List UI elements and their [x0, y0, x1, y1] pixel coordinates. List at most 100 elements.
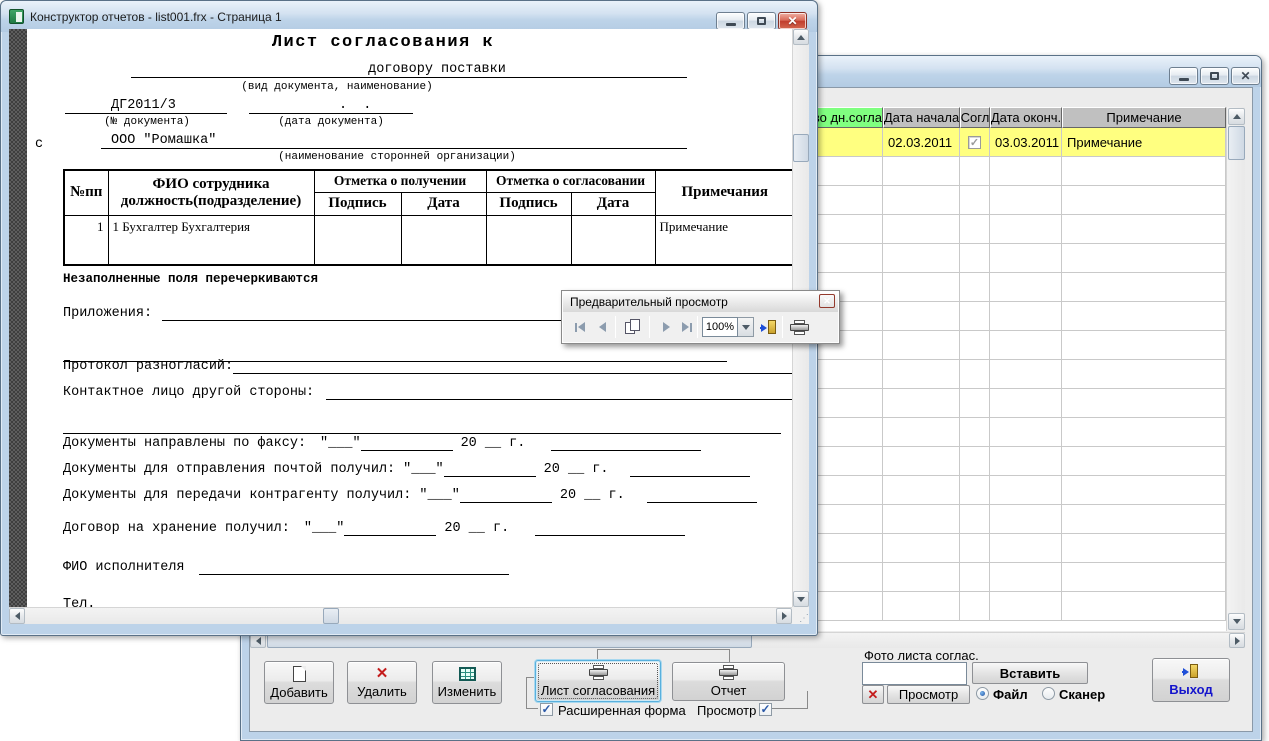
preview-toolbar-titlebar[interactable]: Предварительный просмотр: [563, 292, 838, 312]
grid-cell-empty[interactable]: [990, 244, 1062, 273]
grid-cell-empty[interactable]: [960, 331, 990, 360]
preview-scroll-left-button[interactable]: [9, 608, 25, 624]
grid-agreed-checkbox[interactable]: ✓: [968, 136, 981, 149]
zoom-select[interactable]: 100%: [702, 317, 754, 337]
grid-cell-empty[interactable]: [883, 476, 960, 505]
delete-button[interactable]: ✕ Удалить: [347, 661, 417, 704]
grid-cell-note[interactable]: Примечание: [1062, 128, 1226, 157]
radio-file[interactable]: [976, 687, 989, 700]
grid-cell-empty[interactable]: [990, 563, 1062, 592]
grid-cell-empty[interactable]: [990, 186, 1062, 215]
last-page-button[interactable]: [676, 315, 698, 339]
grid-scroll-down-button[interactable]: [1228, 613, 1245, 630]
grid-cell-empty[interactable]: [990, 447, 1062, 476]
photo-input[interactable]: [862, 662, 967, 685]
prev-page-button[interactable]: [591, 315, 613, 339]
insert-button[interactable]: Вставить: [972, 662, 1088, 684]
grid-cell-empty[interactable]: [883, 186, 960, 215]
grid-cell-empty[interactable]: [960, 215, 990, 244]
grid-cell-empty[interactable]: [960, 244, 990, 273]
grid-cell-empty[interactable]: [960, 592, 990, 621]
grid-cell-empty[interactable]: [883, 534, 960, 563]
preview-horizontal-scrollbar[interactable]: [9, 607, 792, 624]
grid-cell-empty[interactable]: [1062, 505, 1226, 534]
grid-cell-empty[interactable]: [960, 389, 990, 418]
grid-cell-empty[interactable]: [990, 157, 1062, 186]
grid-cell-empty[interactable]: [883, 418, 960, 447]
preview-scroll-up-button[interactable]: [793, 29, 809, 45]
zoom-dropdown-button[interactable]: [738, 317, 754, 337]
report-button[interactable]: Отчет: [672, 662, 785, 701]
grid-cell-empty[interactable]: [883, 157, 960, 186]
grid-cell-empty[interactable]: [990, 360, 1062, 389]
grid-cell-empty[interactable]: [1062, 186, 1226, 215]
grid-cell-empty[interactable]: [960, 186, 990, 215]
grid-cell-date-start[interactable]: 02.03.2011: [883, 128, 960, 157]
grid-cell-empty[interactable]: [960, 157, 990, 186]
preview-scroll-down-button[interactable]: [793, 591, 809, 607]
grid-col-agreed[interactable]: Согл: [960, 107, 990, 128]
grid-cell-empty[interactable]: [883, 244, 960, 273]
zoom-value[interactable]: 100%: [702, 317, 738, 337]
grid-col-date-end[interactable]: Дата оконч.: [990, 107, 1062, 128]
grid-cell-empty[interactable]: [1062, 157, 1226, 186]
grid-cell-empty[interactable]: [1062, 476, 1226, 505]
grid-cell-empty[interactable]: [1062, 534, 1226, 563]
preview-scroll-right-button[interactable]: [776, 608, 792, 624]
grid-cell-empty[interactable]: [1062, 447, 1226, 476]
grid-cell-empty[interactable]: [960, 447, 990, 476]
next-page-button[interactable]: [655, 315, 677, 339]
preview-hscroll-thumb[interactable]: [323, 608, 339, 624]
preview-checkbox[interactable]: [759, 703, 772, 716]
bw-scroll-right-button[interactable]: [1229, 633, 1245, 648]
grid-cell-empty[interactable]: [990, 302, 1062, 331]
grid-scroll-up-button[interactable]: [1228, 108, 1245, 125]
grid-cell-empty[interactable]: [1062, 563, 1226, 592]
resize-grip[interactable]: ⋰: [792, 607, 809, 624]
grid-col-date-start[interactable]: Дата начала: [883, 107, 960, 128]
view-button[interactable]: Просмотр: [887, 685, 970, 704]
approval-sheet-button[interactable]: Лист согласования: [535, 660, 661, 702]
grid-cell-empty[interactable]: [883, 505, 960, 534]
grid-cell-empty[interactable]: [960, 505, 990, 534]
grid-cell-empty[interactable]: [990, 418, 1062, 447]
grid-cell-empty[interactable]: [1062, 360, 1226, 389]
grid-cell-empty[interactable]: [990, 476, 1062, 505]
grid-cell-empty[interactable]: [883, 215, 960, 244]
grid-cell-empty[interactable]: [1062, 302, 1226, 331]
exit-button[interactable]: Выход: [1152, 658, 1230, 702]
preview-toolbar-close-button[interactable]: ✕: [819, 294, 835, 308]
grid-cell-empty[interactable]: [960, 476, 990, 505]
report-window-titlebar[interactable]: Конструктор отчетов - list001.frx - Стра…: [1, 1, 817, 32]
grid-cell-empty[interactable]: [990, 273, 1062, 302]
extended-form-checkbox[interactable]: [540, 703, 553, 716]
clear-photo-button[interactable]: ✕: [862, 685, 884, 704]
grid-cell-empty[interactable]: [960, 418, 990, 447]
fw-close-button[interactable]: ✕: [778, 12, 807, 30]
grid-cell-empty[interactable]: [960, 302, 990, 331]
grid-vertical-scrollbar[interactable]: [1226, 107, 1245, 631]
grid-cell-empty[interactable]: [1062, 215, 1226, 244]
grid-cell-empty[interactable]: [990, 592, 1062, 621]
bw-maximize-button[interactable]: [1200, 67, 1229, 85]
close-preview-button[interactable]: [758, 315, 780, 339]
grid-cell-empty[interactable]: [960, 360, 990, 389]
add-button[interactable]: Добавить: [264, 661, 334, 704]
pages-button[interactable]: [621, 315, 645, 339]
grid-cell-date-end[interactable]: 03.03.2011: [990, 128, 1062, 157]
grid-cell-empty[interactable]: [1062, 244, 1226, 273]
grid-cell-empty[interactable]: [883, 389, 960, 418]
grid-cell-empty[interactable]: [1062, 331, 1226, 360]
radio-scanner[interactable]: [1042, 687, 1055, 700]
grid-cell-empty[interactable]: [1062, 389, 1226, 418]
fw-minimize-button[interactable]: [716, 12, 745, 30]
grid-cell-empty[interactable]: [1062, 592, 1226, 621]
grid-cell-empty[interactable]: [960, 273, 990, 302]
grid-cell-empty[interactable]: [883, 447, 960, 476]
grid-cell-empty[interactable]: [960, 563, 990, 592]
preview-vscroll-thumb[interactable]: [793, 134, 809, 162]
edit-button[interactable]: Изменить: [432, 661, 502, 704]
grid-cell-empty[interactable]: [883, 563, 960, 592]
grid-cell-empty[interactable]: [990, 505, 1062, 534]
grid-cell-agreed[interactable]: ✓: [960, 128, 990, 157]
